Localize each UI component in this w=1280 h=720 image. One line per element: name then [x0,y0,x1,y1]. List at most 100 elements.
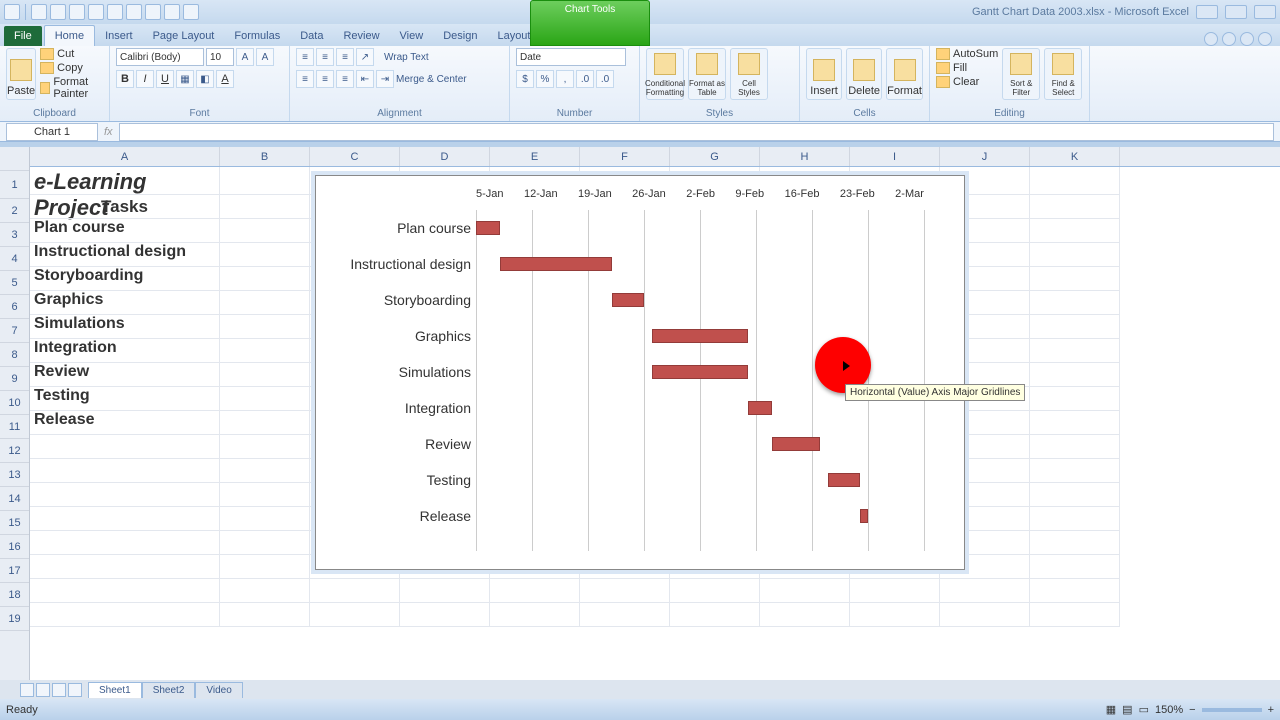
format-as-table-button[interactable]: Format as Table [688,48,726,100]
align-bottom-icon[interactable]: ≡ [336,48,354,66]
window-min-icon[interactable] [1240,32,1254,46]
tab-home[interactable]: Home [44,25,95,46]
row-header[interactable]: 4 [0,247,29,271]
tab-design[interactable]: Design [433,26,487,46]
tab-data[interactable]: Data [290,26,333,46]
number-format-select[interactable] [516,48,626,66]
sort-filter-button[interactable]: Sort & Filter [1002,48,1040,100]
border-button[interactable]: ▦ [176,70,194,88]
align-left-icon[interactable]: ≡ [296,70,314,88]
tab-review[interactable]: Review [333,26,389,46]
row-header[interactable]: 6 [0,295,29,319]
tab-view[interactable]: View [390,26,434,46]
font-name-input[interactable] [116,48,204,66]
merge-center-button[interactable]: Merge & Center [396,74,467,85]
row-header[interactable]: 7 [0,319,29,343]
qat-icon[interactable] [126,4,142,20]
minimize-button[interactable] [1196,5,1218,19]
col-header[interactable]: A [30,147,220,166]
indent-dec-icon[interactable]: ⇤ [356,70,374,88]
undo-icon[interactable] [50,4,66,20]
row-header[interactable]: 14 [0,487,29,511]
dec-decimal-icon[interactable]: .0 [596,70,614,88]
sheet-nav-prev-icon[interactable] [36,683,50,697]
row-header[interactable]: 19 [0,607,29,631]
increase-font-icon[interactable]: A [236,48,254,66]
cell-styles-button[interactable]: Cell Styles [730,48,768,100]
delete-cells-button[interactable]: Delete [846,48,882,100]
zoom-level[interactable]: 150% [1155,704,1183,716]
file-tab[interactable]: File [4,26,42,46]
row-header[interactable]: 3 [0,223,29,247]
row-header[interactable]: 12 [0,439,29,463]
col-header[interactable]: D [400,147,490,166]
col-header[interactable]: J [940,147,1030,166]
inc-decimal-icon[interactable]: .0 [576,70,594,88]
row-header[interactable]: 9 [0,367,29,391]
insert-cells-button[interactable]: Insert [806,48,842,100]
font-size-input[interactable] [206,48,234,66]
minimize-ribbon-icon[interactable] [1204,32,1218,46]
col-header[interactable]: C [310,147,400,166]
sheet-tab[interactable]: Sheet2 [142,682,196,698]
row-header[interactable]: 15 [0,511,29,535]
redo-icon[interactable] [69,4,85,20]
zoom-out-icon[interactable]: − [1189,704,1195,716]
percent-icon[interactable]: % [536,70,554,88]
sheet-nav-next-icon[interactable] [52,683,66,697]
cut-button[interactable]: Cut [40,48,103,60]
row-header[interactable]: 18 [0,583,29,607]
zoom-slider[interactable] [1202,708,1262,712]
autosum-button[interactable]: AutoSum [936,48,998,60]
help-icon[interactable] [1222,32,1236,46]
formula-input[interactable] [119,123,1274,141]
row-header[interactable]: 8 [0,343,29,367]
fill-button[interactable]: Fill [936,62,998,74]
col-header[interactable]: F [580,147,670,166]
col-header[interactable]: B [220,147,310,166]
select-all-corner[interactable] [0,147,29,171]
tab-formulas[interactable]: Formulas [224,26,290,46]
conditional-formatting-button[interactable]: Conditional Formatting [646,48,684,100]
align-center-icon[interactable]: ≡ [316,70,334,88]
align-middle-icon[interactable]: ≡ [316,48,334,66]
row-header[interactable]: 11 [0,415,29,439]
comma-icon[interactable]: , [556,70,574,88]
bold-button[interactable]: B [116,70,134,88]
col-header[interactable]: G [670,147,760,166]
row-header[interactable]: 13 [0,463,29,487]
font-color-button[interactable]: A [216,70,234,88]
paste-button[interactable]: Paste [6,48,36,100]
underline-button[interactable]: U [156,70,174,88]
view-normal-icon[interactable]: ▦ [1106,703,1116,716]
row-header[interactable]: 1 [0,171,29,199]
qat-icon[interactable] [88,4,104,20]
orientation-icon[interactable]: ↗ [356,48,374,66]
view-break-icon[interactable]: ▭ [1139,703,1149,716]
format-painter-button[interactable]: Format Painter [40,76,103,100]
view-layout-icon[interactable]: ▤ [1122,703,1132,716]
decrease-font-icon[interactable]: A [256,48,274,66]
save-icon[interactable] [31,4,47,20]
indent-inc-icon[interactable]: ⇥ [376,70,394,88]
currency-icon[interactable]: $ [516,70,534,88]
row-header[interactable]: 2 [0,199,29,223]
row-header[interactable]: 16 [0,535,29,559]
fx-icon[interactable]: fx [104,126,113,138]
row-header[interactable]: 10 [0,391,29,415]
qat-icon[interactable] [107,4,123,20]
row-header[interactable]: 5 [0,271,29,295]
qat-icon[interactable] [183,4,199,20]
fill-color-button[interactable]: ◧ [196,70,214,88]
zoom-in-icon[interactable]: + [1268,704,1274,716]
wrap-text-button[interactable]: Wrap Text [384,52,429,63]
col-header[interactable]: I [850,147,940,166]
row-header[interactable]: 17 [0,559,29,583]
clear-button[interactable]: Clear [936,76,998,88]
maximize-button[interactable] [1225,5,1247,19]
sheet-nav-first-icon[interactable] [20,683,34,697]
tab-insert[interactable]: Insert [95,26,143,46]
italic-button[interactable]: I [136,70,154,88]
col-header[interactable]: H [760,147,850,166]
copy-button[interactable]: Copy [40,62,103,74]
